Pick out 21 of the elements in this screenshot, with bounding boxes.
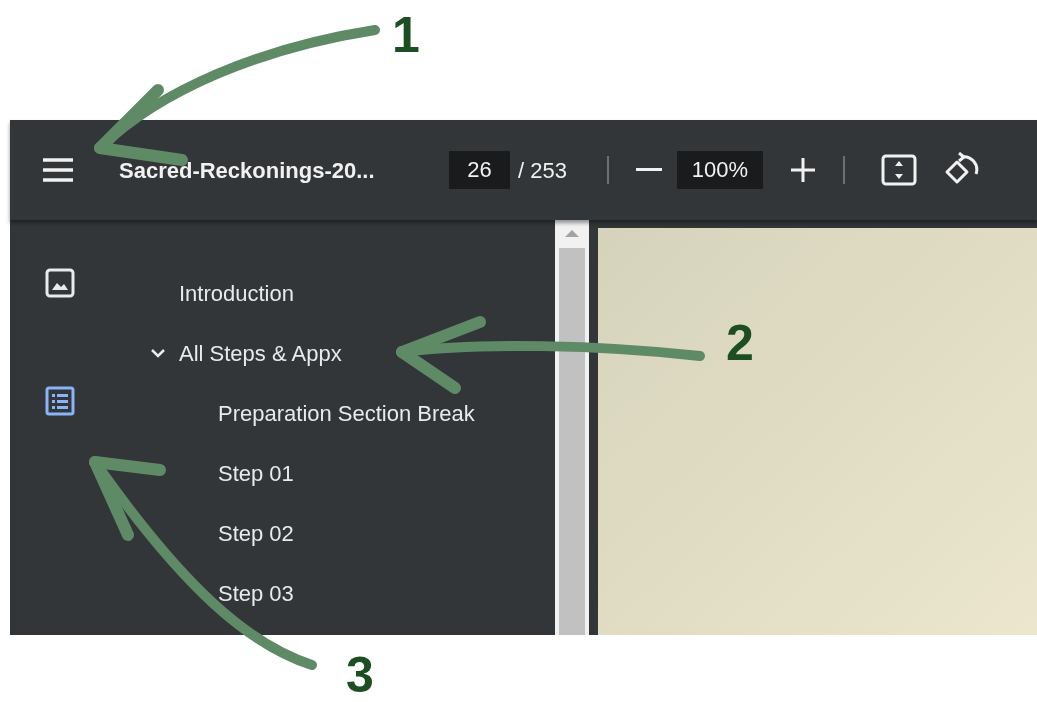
image-icon[interactable]	[45, 268, 75, 298]
document-title: Sacred-Reckonings-20...	[119, 156, 376, 185]
zoom-field[interactable]: 100%	[676, 151, 763, 189]
zoom-in-icon[interactable]	[789, 157, 816, 183]
annotation-number: 3	[346, 650, 374, 700]
annotation-number: 2	[726, 318, 754, 368]
fit-page-icon[interactable]	[880, 154, 917, 186]
page-count: / 253	[518, 156, 567, 185]
scrollbar[interactable]	[555, 220, 589, 635]
outline-item[interactable]: Step 02	[218, 516, 294, 550]
outline-item[interactable]: Step 03	[218, 576, 294, 610]
zoom-out-icon[interactable]	[635, 168, 662, 172]
outline-item[interactable]: Introduction	[179, 276, 294, 310]
outline-item[interactable]: Preparation Section Break	[218, 396, 475, 430]
scrollbar-thumb[interactable]	[559, 248, 585, 635]
outline-item[interactable]: All Steps & Appx	[179, 336, 342, 370]
list-icon[interactable]	[45, 386, 75, 416]
outline-item[interactable]: Step 01	[218, 456, 294, 490]
menu-icon[interactable]	[41, 157, 75, 183]
page-number-field[interactable]: 26	[449, 151, 510, 189]
annotation-number: 1	[392, 10, 420, 60]
